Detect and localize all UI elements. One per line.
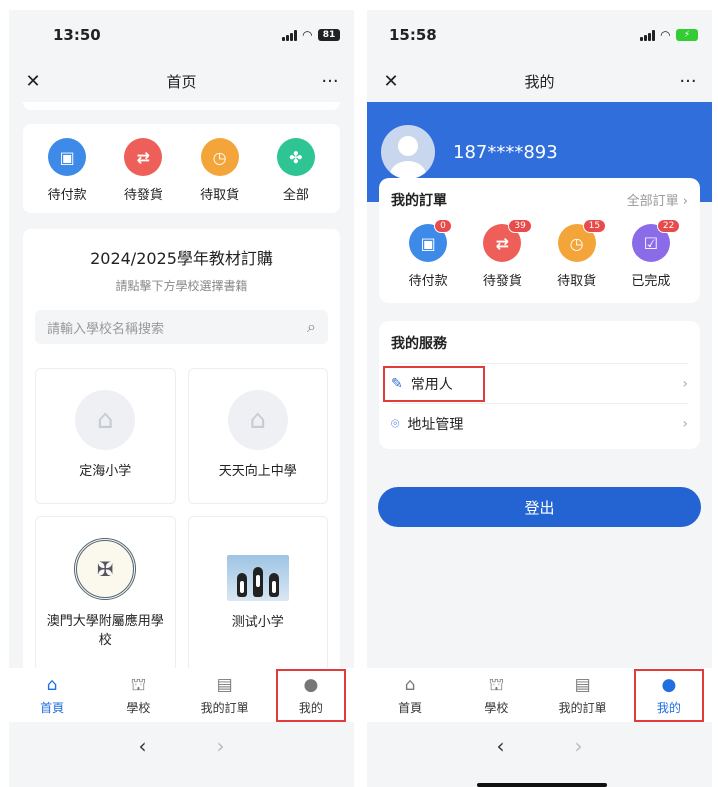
page-title: 首页 [166,72,197,91]
order-status-pending-pickup[interactable]: ◷ 15 待取貨 [547,219,607,289]
school-icon: ⛫ [488,674,505,695]
left-phone-screen: 13:50 ◠ 81 ✕ 首页 ··· ▣ 待付款 ⇄ 待發貨 ◷ 待取貨 ✤ … [9,10,354,787]
tab-home[interactable]: ⌂ 首頁 [375,671,445,720]
more-icon[interactable]: ··· [678,71,698,92]
home-icon: ⌂ [404,674,416,695]
tab-profile[interactable]: ● 我的 [275,668,346,722]
order-status-pending-pickup[interactable]: ◷ 待取貨 [190,138,250,203]
document-icon: ▤ [216,674,233,695]
bottom-tab-bar: ⌂ 首頁 ⛫ 學校 ▤ 我的訂單 ● 我的 [367,668,712,722]
signal-icon [639,29,655,41]
order-status-pending-shipment[interactable]: ⇄ 待發貨 [113,138,173,203]
user-phone: 187****893 [453,141,558,163]
school-card[interactable]: 测试小学 [187,516,328,672]
school-card[interactable]: ⌂ 定海小学 [35,368,176,504]
tab-profile[interactable]: ● 我的 [633,668,704,722]
bottom-tab-bar: ⌂ 首頁 ⛫ 學校 ▤ 我的訂單 ● 我的 [9,668,354,722]
school-icon: ⛫ [130,674,147,695]
section-subtitle: 請點擊下方學校選擇書籍 [115,279,248,293]
user-icon: ● [661,674,677,695]
orders-card-title: 我的訂單 [391,193,447,209]
status-time: 15:58 [389,26,437,44]
tab-my-orders[interactable]: ▤ 我的訂單 [548,671,618,720]
school-card[interactable]: ✠ 澳門大學附屬應用學校 [35,516,176,672]
pickup-icon: ◷ [200,138,239,176]
count-badge: 0 [434,219,452,233]
forward-icon[interactable]: › [217,734,225,787]
tab-home[interactable]: ⌂ 首頁 [17,671,87,720]
chevron-right-icon: › [682,194,688,209]
user-icon: ● [303,674,319,695]
chevron-right-icon: › [682,415,688,432]
count-badge: 15 [582,219,607,233]
service-address-management[interactable]: ⌾ 地址管理 › [391,403,688,443]
count-badge: 22 [656,219,681,233]
close-icon[interactable]: ✕ [381,71,401,92]
count-badge: 39 [508,219,532,233]
my-orders-card: 我的訂單 全部訂單 › ▣ 0 待付款 ⇄ 39 待發貨 ◷ 15 待取貨 ☑ … [379,178,700,303]
tab-school[interactable]: ⛫ 學校 [461,671,531,720]
penguin-image [226,555,289,602]
order-status-pending-payment[interactable]: ▣ 0 待付款 [398,219,458,289]
school-card[interactable]: ⌂ 天天向上中學 [187,368,328,504]
school-placeholder-icon: ⌂ [75,390,136,451]
status-bar: 13:50 ◠ 81 [9,10,354,60]
back-icon[interactable]: ‹ [139,734,147,787]
back-icon[interactable]: ‹ [497,734,505,787]
order-shortcuts-card: ▣ 待付款 ⇄ 待發貨 ◷ 待取貨 ✤ 全部 [23,124,340,213]
ship-icon: ⇄ [124,138,163,176]
status-time: 13:50 [53,26,101,44]
tab-school[interactable]: ⛫ 學校 [103,671,173,720]
forward-icon[interactable]: › [575,734,583,787]
close-icon[interactable]: ✕ [23,71,43,92]
avatar[interactable] [381,125,435,179]
right-phone-screen: 15:58 ◠ ⚡ ✕ 我的 ··· 187****893 我的訂單 全部訂單 … [367,10,712,787]
wifi-icon: ◠ [302,28,312,42]
school-section-card: 2024/2025學年教材訂購 請點擊下方學校選擇書籍 請輸入學校名稱搜索 ⌕ … [23,229,340,689]
wallet-icon: ▣ [48,138,87,176]
more-icon[interactable]: ··· [320,71,340,92]
chevron-right-icon: › [682,375,688,392]
status-bar: 15:58 ◠ ⚡ [367,10,712,60]
battery-charging-icon: ⚡ [676,29,698,41]
home-icon: ⌂ [46,674,58,695]
tab-my-orders[interactable]: ▤ 我的訂單 [190,671,260,720]
all-icon: ✤ [276,138,315,176]
signal-icon [281,29,297,41]
logout-button[interactable]: 登出 [378,487,701,527]
school-search-input[interactable]: 請輸入學校名稱搜索 ⌕ [35,310,328,344]
all-orders-link[interactable]: 全部訂單 › [627,190,688,210]
my-services-card: 我的服務 ✎ 常用人 › ⌾ 地址管理 › [379,321,700,449]
school-placeholder-icon: ⌂ [227,390,288,451]
edit-icon: ✎ [391,375,403,392]
title-bar: ✕ 首页 ··· [9,60,354,102]
order-status-pending-payment[interactable]: ▣ 待付款 [37,138,97,203]
order-status-completed[interactable]: ☑ 22 已完成 [621,219,681,289]
page-title: 我的 [524,72,555,91]
top-card-edge [23,102,340,110]
title-bar: ✕ 我的 ··· [367,60,712,102]
browser-nav-bar: ‹ › [9,722,354,787]
browser-nav-bar: ‹ › [367,722,712,787]
battery-icon: 81 [318,29,340,41]
search-icon[interactable]: ⌕ [307,317,316,337]
order-status-pending-shipment[interactable]: ⇄ 39 待發貨 [472,219,532,289]
document-icon: ▤ [574,674,591,695]
section-heading: 2024/2025學年教材訂購 [90,249,273,268]
home-indicator [477,783,607,787]
wifi-icon: ◠ [660,28,670,42]
services-title: 我的服務 [391,336,447,352]
service-frequent-contacts[interactable]: ✎ 常用人 › [383,363,688,403]
location-icon: ⌾ [391,415,400,432]
order-status-all[interactable]: ✤ 全部 [266,138,326,203]
school-seal-icon: ✠ [74,537,137,600]
